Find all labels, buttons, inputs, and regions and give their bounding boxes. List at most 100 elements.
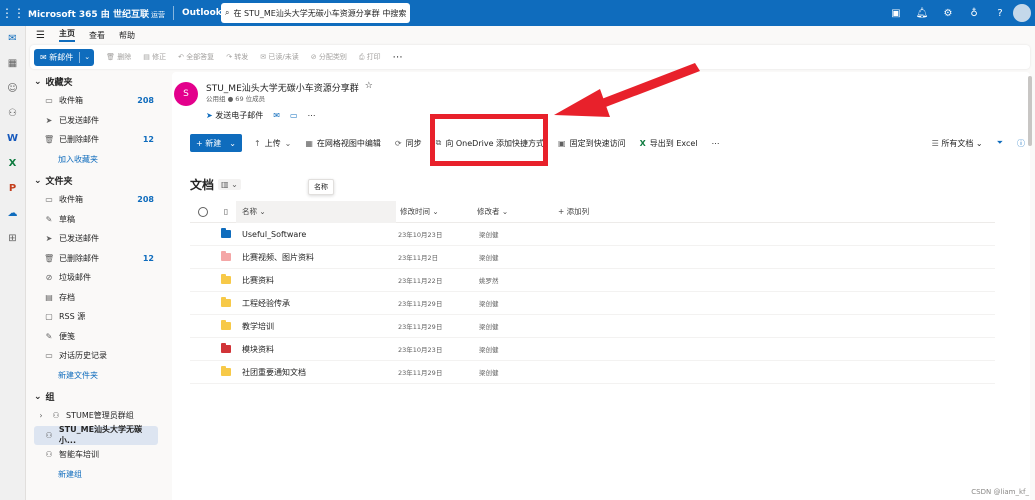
avatar[interactable] [1013, 4, 1031, 22]
sidebar-item-rss[interactable]: ▢ RSS 源 [26, 307, 164, 327]
sidebar-item-deleted[interactable]: 🗑︎ 已删除邮件 12 [26, 249, 164, 269]
send-email-button[interactable]: ➤ 发送电子邮件 [206, 110, 263, 121]
document-name[interactable]: Useful_Software [236, 230, 398, 239]
select-all-checkbox[interactable] [198, 206, 208, 217]
sync-button[interactable]: ⟳ 同步 [395, 138, 422, 149]
info-icon[interactable]: ⓘ [1017, 138, 1025, 149]
gear-icon[interactable]: ⚙ [935, 8, 961, 19]
table-row[interactable]: 比赛资料 23年11月22日 姚罗然 [190, 269, 995, 292]
document-name[interactable]: 社团重要通知文档 [236, 367, 398, 378]
table-row[interactable]: 比赛视频、图片资料 23年11月2日 梁创健 [190, 246, 995, 269]
tab-home[interactable]: 主页 [58, 28, 75, 42]
sidebar-item-inbox[interactable]: ▭ 收件箱 208 [26, 190, 164, 210]
table-row[interactable]: Useful_Software 23年10月23日 梁创健 [190, 223, 995, 246]
app-name[interactable]: Outlook [182, 8, 222, 18]
group-avatar: S [174, 82, 198, 106]
people-icon[interactable]: ☺ [0, 76, 25, 101]
annotation-arrow [554, 63, 700, 117]
help-icon[interactable]: ? [987, 8, 1013, 19]
bell-icon[interactable]: 🔔︎ [909, 8, 935, 19]
read-unread-button[interactable]: ✉ 已读/未读 [260, 52, 298, 62]
table-row[interactable]: 社团重要通知文档 23年11月29日 梁创健 [190, 361, 995, 384]
lightbulb-icon[interactable]: ♁ [961, 8, 987, 19]
tab-view[interactable]: 查看 [89, 30, 105, 41]
group-actions: ➤ 发送电子邮件 ✉ ▭ ⋯ [206, 110, 316, 121]
new-document-button[interactable]: + 新建 ⌄ [190, 134, 242, 152]
table-row[interactable]: 教学培训 23年11月29日 梁创健 [190, 315, 995, 338]
categorize-button[interactable]: ⊘ 分配类别 [311, 52, 347, 62]
modified-date: 23年11月2日 [398, 254, 439, 262]
favorites-header[interactable]: ⌄ 收藏夹 [26, 72, 164, 91]
delete-button[interactable]: 🗑︎ 删除 [106, 52, 131, 62]
inbox-icon: ▭ [45, 96, 53, 106]
column-modified-by[interactable]: 修改者 ⌄ [477, 206, 558, 217]
groups-header[interactable]: ⌄ 组 [26, 387, 164, 406]
mail-icon[interactable]: ✉ [273, 111, 280, 120]
all-documents-dropdown[interactable]: ☰ 所有文档 ⌄ [932, 138, 983, 149]
pin-quick-access-button[interactable]: ▣ 固定到快速访问 [558, 138, 626, 149]
annotation-highlight-box [430, 114, 548, 166]
view-switch-icon[interactable]: ▥ ⌄ [218, 179, 241, 190]
app-launcher-icon[interactable]: ⋮⋮ [0, 0, 26, 26]
sidebar-item-junk[interactable]: ⊘ 垃圾邮件 [26, 268, 164, 288]
new-folder-link[interactable]: 新建文件夹 [26, 366, 164, 386]
more-icon[interactable]: ⋯ [393, 52, 403, 63]
apps-icon[interactable]: ⊞ [0, 226, 25, 251]
sidebar-item-group-smartcar[interactable]: ⚇ 智能车培训 [26, 445, 164, 465]
search-input[interactable]: 在 STU_ME汕头大学无碳小车资源分享群 中搜索 [233, 8, 406, 19]
document-name[interactable]: 工程经验传承 [236, 298, 398, 309]
onedrive-icon[interactable]: ☁ [0, 201, 25, 226]
calendar-icon[interactable]: ▦ [0, 51, 25, 76]
groups-icon[interactable]: ⚇ [0, 101, 25, 126]
hamburger-icon[interactable]: ☰ [36, 30, 45, 41]
excel-icon[interactable]: X [0, 151, 25, 176]
chevron-down-icon[interactable]: ⌄ [80, 53, 94, 61]
document-name[interactable]: 教学培训 [236, 321, 398, 332]
column-modified[interactable]: 修改时间 ⌄ [396, 206, 477, 217]
reply-all-button[interactable]: ↶ 全部答复 [178, 52, 214, 62]
more-icon[interactable]: ⋯ [308, 111, 316, 120]
calendar-icon[interactable]: ▭ [290, 111, 298, 120]
sync-icon: ⟳ [394, 138, 402, 148]
chevron-down-icon: ⌄ [975, 138, 983, 148]
export-excel-button[interactable]: X 导出到 Excel [640, 138, 698, 149]
new-mail-button[interactable]: ✉ 新邮件 ⌄ [34, 48, 95, 66]
sidebar-item-notes[interactable]: ✎ 便笺 [26, 327, 164, 347]
document-name[interactable]: 比赛资料 [236, 275, 398, 286]
folders-header[interactable]: ⌄ 文件夹 [26, 171, 164, 190]
new-group-link[interactable]: 新建组 [26, 465, 164, 485]
sidebar-item-group-admins[interactable]: › ⚇ STUME管理员群组 [26, 406, 164, 426]
sidebar-item-fav-sent[interactable]: ➤ 已发送邮件 [26, 111, 164, 131]
sidebar-item-drafts[interactable]: ✎ 草稿 [26, 210, 164, 230]
table-row[interactable]: 工程经验传承 23年11月29日 梁创健 [190, 292, 995, 315]
upload-button[interactable]: ↑ 上传 ⌄ [254, 138, 291, 149]
teams-icon[interactable]: ▣ [883, 8, 909, 19]
sidebar-item-history[interactable]: ▭ 对话历史记录 [26, 346, 164, 366]
tab-help[interactable]: 帮助 [119, 30, 135, 41]
filter-icon[interactable]: ⏷ [997, 138, 1003, 148]
sidebar-item-fav-inbox[interactable]: ▭ 收件箱 208 [26, 91, 164, 111]
sidebar-item-group-stu-me[interactable]: ⚇ STU_ME汕头大学无碳小... [34, 425, 158, 445]
document-name[interactable]: 比赛视频、图片资料 [236, 252, 398, 263]
print-button[interactable]: ⎙ 打印 [359, 52, 381, 62]
mail-icon[interactable]: ✉ [0, 26, 25, 51]
add-favorite-link[interactable]: 加入收藏夹 [26, 150, 164, 170]
star-icon[interactable]: ☆ [365, 81, 373, 94]
mail-icon: ✉ [40, 52, 47, 62]
add-column-button[interactable]: + 添加列 [558, 206, 589, 217]
word-icon[interactable]: W [0, 126, 25, 151]
column-name[interactable]: 名称 ⌄ [236, 200, 396, 223]
sidebar-item-sent[interactable]: ➤ 已发送邮件 [26, 229, 164, 249]
document-name[interactable]: 模块资料 [236, 344, 398, 355]
table-row[interactable]: 模块资料 23年10月23日 梁创健 [190, 338, 995, 361]
search-box[interactable]: ⌕ 在 STU_ME汕头大学无碳小车资源分享群 中搜索 [221, 3, 410, 23]
forward-button[interactable]: ↷ 转发 [226, 52, 248, 62]
more-commands-icon[interactable]: ⋯ [712, 139, 720, 148]
sidebar-item-fav-deleted[interactable]: 🗑︎ 已删除邮件 12 [26, 130, 164, 150]
sidebar-item-archive[interactable]: ▤ 存档 [26, 288, 164, 308]
archive-button[interactable]: ▤ 修正 [143, 52, 166, 62]
grid-edit-button[interactable]: ▦ 在网格视图中编辑 [305, 138, 381, 149]
inbox-icon: ▭ [45, 195, 53, 205]
scrollbar[interactable] [1027, 72, 1033, 492]
powerpoint-icon[interactable]: P [0, 176, 25, 201]
